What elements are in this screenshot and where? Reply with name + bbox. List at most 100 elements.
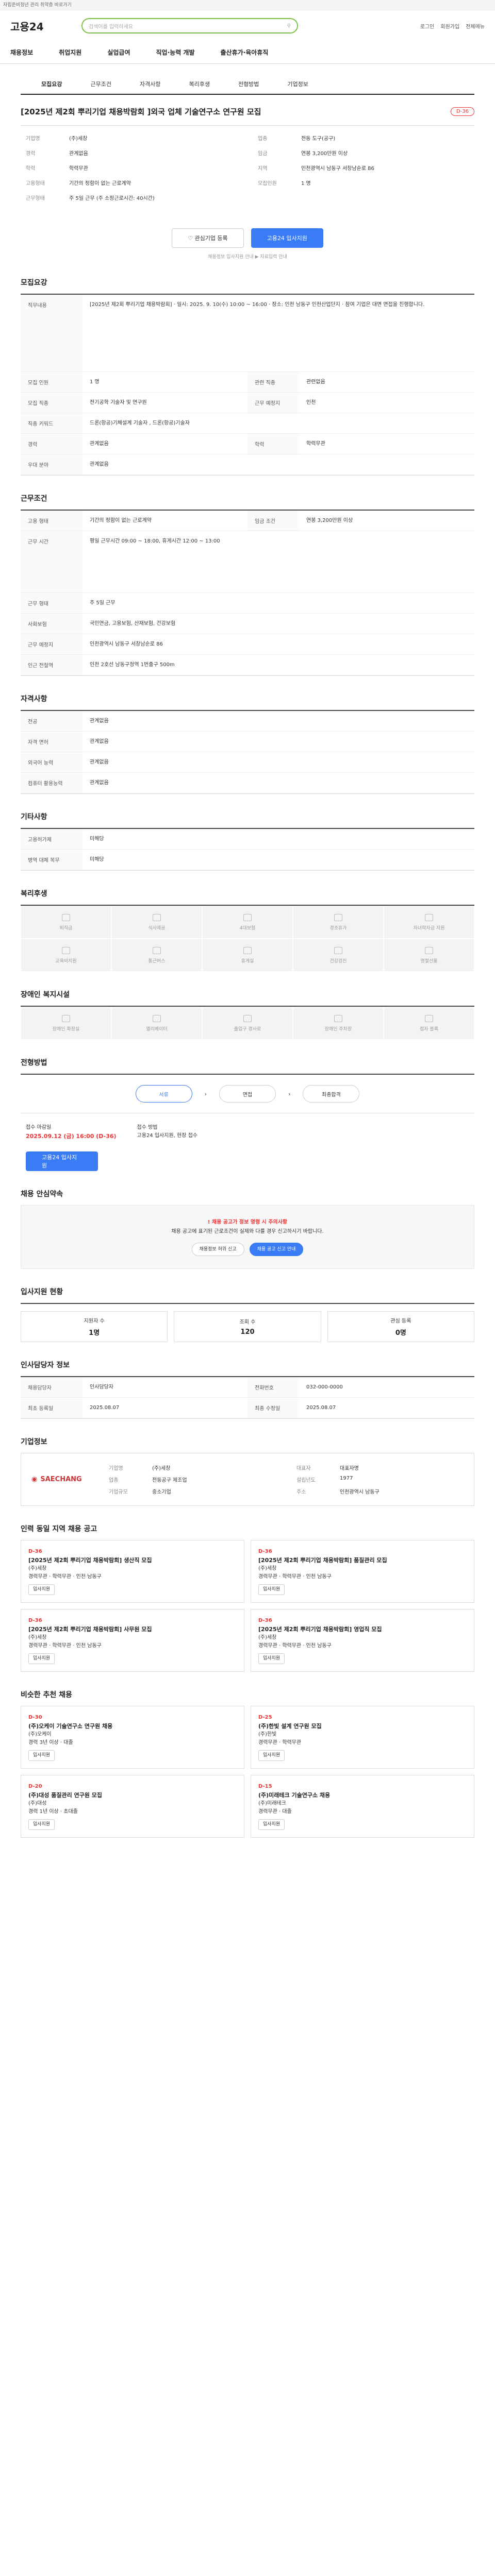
- job-apply-button[interactable]: 입사지원: [258, 1653, 285, 1664]
- apply-note[interactable]: 채용정보 입사지원 안내 ▶ 자료입력 안내: [21, 253, 474, 260]
- process-steps: 서류 › 면접 › 최종합격: [21, 1074, 474, 1113]
- site-logo[interactable]: 고용24: [10, 19, 72, 33]
- job-apply-button[interactable]: 입사지원: [258, 1819, 285, 1830]
- welfare-icon: [425, 913, 433, 921]
- facility-icon: [425, 1014, 433, 1022]
- tab-company[interactable]: 기업정보: [287, 80, 308, 88]
- welfare-icon: [62, 913, 70, 921]
- welfare-icon: [62, 946, 70, 954]
- job-title-row: [2025년 제2회 뿌리기업 채용박람회 ]외국 업체 기술연구소 연구원 모…: [21, 106, 474, 117]
- company-logo: ◉ SAECHANG: [31, 1475, 82, 1483]
- process-apply-button[interactable]: 고용24 입사지원: [26, 1151, 98, 1171]
- job-apply-button[interactable]: 입사지원: [28, 1653, 55, 1664]
- handicap-grid: 장애인 화장실 엘리베이터 출입구 경사로 장애인 주차장 점자 블록: [21, 1006, 474, 1040]
- dday-badge: D-36: [450, 107, 474, 116]
- login-link[interactable]: 로그인: [420, 22, 435, 30]
- list-item[interactable]: D-36 [2025년 제2회 뿌리기업 채용박람회] 사무원 모집 (주)세창 경력…: [21, 1608, 244, 1672]
- interest-button[interactable]: ♡ 관심기업 등록: [172, 228, 244, 248]
- list-item[interactable]: D-15 (주)미래테크 기술연구소 채용 (주)미래테크 경력무관 · 대졸 입사지원: [251, 1774, 474, 1838]
- safety-text: 채용 공고에 표기된 근로조건이 실제와 다를 경우 신고하시기 바랍니다.: [171, 1228, 324, 1234]
- summary-education: 학력 학력무관: [26, 166, 88, 172]
- facility-item: 장애인 화장실: [21, 1007, 111, 1040]
- job-apply-button[interactable]: 입사지원: [28, 1584, 55, 1595]
- action-buttons: ♡ 관심기업 등록 고용24 입사지원: [21, 228, 474, 248]
- guide-chip[interactable]: 채용 공고 신고 안내: [249, 1242, 304, 1256]
- global-header: 고용24 검색어를 입력하세요 ⚲ 로그인 회원가입 전체메뉴: [0, 10, 495, 41]
- main-menu: 채용정보 취업지원 실업급여 직업·능력 개발 출산휴가·육아휴직: [0, 41, 495, 64]
- arrow-right-icon: ›: [204, 1090, 207, 1097]
- apply-button[interactable]: 고용24 입사지원: [251, 228, 323, 248]
- recruit-table: 직무내용 [2025년 제2회 뿌리기업 채용박람회] · 일시: 2025. 9…: [21, 294, 474, 476]
- welfare-grid: 퇴직금 식사제공 4대보험 경조휴가 자녀학자금 지원 교육비지원 통근버스 휴…: [21, 905, 474, 972]
- welfare-heading: 복리후생: [21, 890, 47, 898]
- top-notice-bar[interactable]: 자립준비청년 관리 취약층 바로가기: [0, 0, 495, 10]
- table-row: 인근 전철역 인천 2호선 남동구청역 1번출구 500m: [21, 655, 474, 675]
- tab-recruit[interactable]: 모집요강: [41, 80, 62, 88]
- recruit-heading: 모집요강: [21, 279, 47, 287]
- detail-tabs: 모집요강 근무조건 자격사항 복리후생 전형방법 기업정보: [21, 74, 474, 95]
- company-field: 대표자 대표자명: [296, 1465, 359, 1471]
- menu-item-leave[interactable]: 출산휴가·육아휴직: [221, 48, 269, 57]
- tab-conditions[interactable]: 근무조건: [90, 80, 111, 88]
- stat-applicants: 지원자 수 1명: [21, 1311, 168, 1342]
- welfare-icon: [153, 946, 161, 954]
- job-apply-button[interactable]: 입사지원: [258, 1750, 285, 1761]
- welfare-icon: [243, 946, 252, 954]
- step-interview: 면접: [219, 1085, 276, 1103]
- company-field: 업종 전동공구 제조업: [109, 1477, 187, 1483]
- deadline-dday: (D-36): [96, 1133, 117, 1140]
- search-placeholder: 검색어를 입력하세요: [89, 24, 133, 30]
- table-row: 근무 형태 주 5일 근무: [21, 593, 474, 614]
- conditions-heading: 근무조건: [21, 495, 47, 503]
- other-table: 고용허가제 미해당 병역 대체 복무 미해당: [21, 828, 474, 871]
- table-row: 경력 관계없음 학력 학력무관: [21, 434, 474, 454]
- welfare-item: 휴게실: [202, 939, 293, 972]
- job-apply-button[interactable]: 입사지원: [28, 1819, 55, 1830]
- safety-box: ! 채용 공고가 정보 명령 시 주의사항 채용 공고에 표기된 근로조건이 실…: [21, 1205, 474, 1269]
- qualifications-heading: 자격사항: [21, 695, 47, 703]
- handicap-heading: 장애인 복지시설: [21, 991, 70, 999]
- table-row: 직무내용 [2025년 제2회 뿌리기업 채용박람회] · 일시: 2025. 9…: [21, 295, 474, 372]
- facility-item: 출입구 경사로: [202, 1007, 293, 1040]
- summary-work-type: 근무형태 주 5일 근무 (주 소정근로시간: 40시간): [26, 196, 155, 201]
- table-row: 고용 형태 기간의 정함이 없는 근로계약 임금 조건 연봉 3,200만원 이상: [21, 511, 474, 531]
- menu-item-jobs[interactable]: 채용정보: [10, 48, 33, 57]
- related-heading: 인력 동일 지역 채용 공고: [21, 1524, 97, 1533]
- list-item[interactable]: D-36 [2025년 제2회 뿌리기업 채용박람회] 품질관리 모집 (주)세창 경…: [251, 1539, 474, 1603]
- menu-item-unemployment-benefit[interactable]: 실업급여: [107, 48, 130, 57]
- process-heading: 전형방법: [21, 1059, 47, 1067]
- step-document: 서류: [135, 1085, 192, 1103]
- all-menu-link[interactable]: 전체메뉴: [466, 22, 485, 30]
- report-chip[interactable]: 채용정보 허위 신고: [191, 1242, 244, 1256]
- search-input[interactable]: 검색어를 입력하세요 ⚲: [81, 18, 298, 33]
- company-box: ◉ SAECHANG 기업명 (주)세창 대표자 대표자명 업종 전동공구 제조업 설립…: [21, 1452, 474, 1506]
- tab-welfare[interactable]: 복리후생: [189, 80, 209, 88]
- table-row: 자격 면허 관계없음: [21, 732, 474, 752]
- signup-link[interactable]: 회원가입: [440, 22, 459, 30]
- list-item[interactable]: D-20 (주)대성 품질관리 연구원 모집 (주)대성 경력 1년 이상 · 초대졸…: [21, 1774, 244, 1838]
- welfare-item: 퇴직금: [21, 906, 111, 939]
- tab-qualifications[interactable]: 자격사항: [140, 80, 160, 88]
- menu-item-training[interactable]: 직업·능력 개발: [156, 48, 195, 57]
- list-item[interactable]: D-36 [2025년 제2회 뿌리기업 채용박람회] 영업직 모집 (주)세창 경력…: [251, 1608, 474, 1672]
- table-row: 컴퓨터 활용능력 관계없음: [21, 773, 474, 793]
- stat-interest: 관심 등록 0명: [327, 1311, 474, 1342]
- welfare-item: 교육비지원: [21, 939, 111, 972]
- list-item[interactable]: D-36 [2025년 제2회 뿌리기업 채용박람회] 생산직 모집 (주)세창 경력…: [21, 1539, 244, 1603]
- list-item[interactable]: D-30 (주)오케이 기술연구소 연구원 채용 (주)오케이 경력 3년 이상 · …: [21, 1705, 244, 1769]
- list-item[interactable]: D-25 (주)한빛 설계 연구원 모집 (주)한빛 경력무관 · 학력무관 입사지원: [251, 1705, 474, 1769]
- heart-icon: ♡: [188, 234, 195, 242]
- job-apply-button[interactable]: 입사지원: [28, 1750, 55, 1761]
- job-title: [2025년 제2회 뿌리기업 채용박람회 ]외국 업체 기술연구소 연구원 모…: [21, 107, 261, 116]
- process-period: 접수 마감일 2025.09.12 (금) 16:00 (D-36) 접수 방법…: [21, 1113, 474, 1151]
- table-row: 고용허가제 미해당: [21, 829, 474, 850]
- menu-item-employment-support[interactable]: 취업지원: [59, 48, 81, 57]
- table-row: 외국어 능력 관계없음: [21, 752, 474, 773]
- search-icon[interactable]: ⚲: [287, 23, 291, 29]
- job-apply-button[interactable]: 입사지원: [258, 1584, 285, 1595]
- summary-company: 기업명 (주)세창: [26, 136, 88, 142]
- table-row: 모집 인원 1 명 관련 직종 관련없음: [21, 372, 474, 393]
- tab-process[interactable]: 전형방법: [238, 80, 259, 88]
- deadline-label: 접수 마감일: [26, 1125, 52, 1130]
- method-label: 접수 방법: [137, 1125, 158, 1130]
